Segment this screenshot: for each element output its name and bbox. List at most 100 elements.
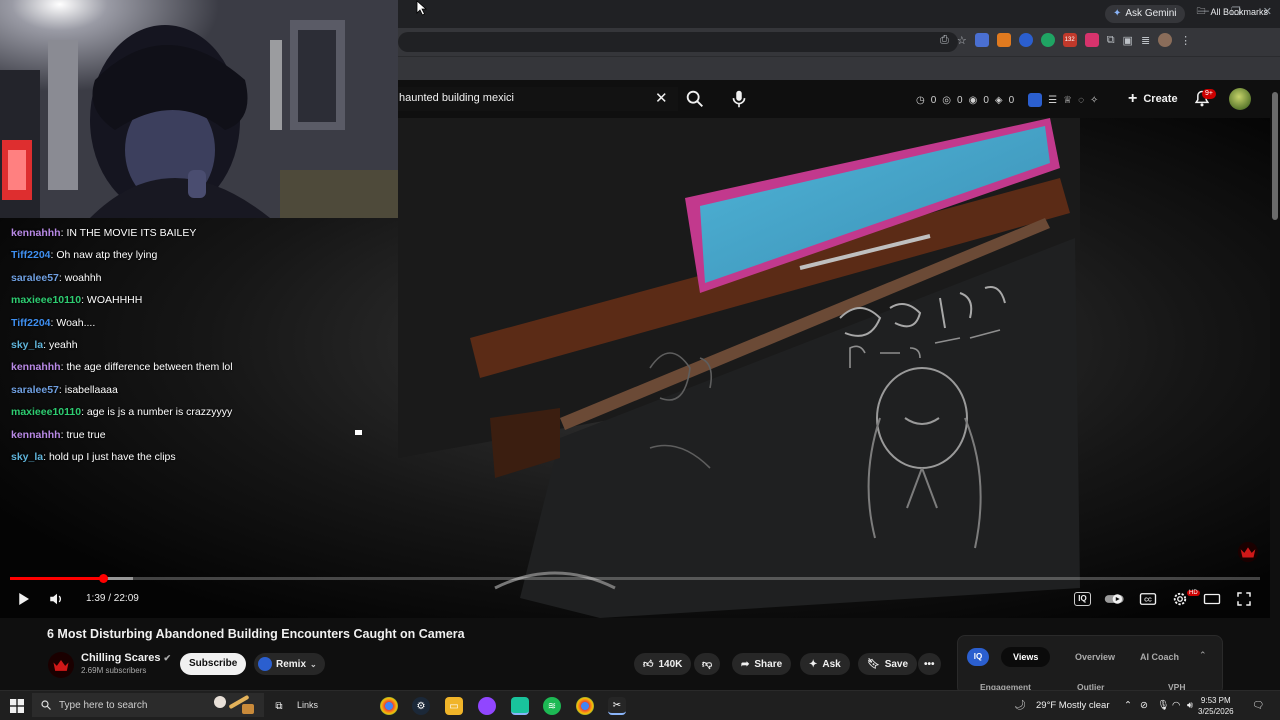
tab-views[interactable]: Views: [1001, 647, 1051, 667]
chat-username[interactable]: Tiff2204: [11, 249, 51, 261]
channel-name[interactable]: Chilling Scares ✔: [81, 652, 171, 664]
extension-badge-icon[interactable]: 132: [1062, 33, 1077, 47]
play-icon[interactable]: [14, 590, 32, 608]
like-button[interactable]: 👍︎ 140K: [634, 653, 692, 675]
weather-text[interactable]: 29°F Mostly clear: [1036, 700, 1110, 711]
windows-start-icon[interactable]: [10, 699, 24, 713]
extension-icon[interactable]: [974, 33, 989, 47]
create-button[interactable]: + Create: [1120, 88, 1186, 110]
chatgpt-app-icon[interactable]: [511, 697, 529, 715]
search-highlight-image: [214, 695, 254, 714]
plus-icon: +: [1128, 90, 1138, 107]
sparkle-icon[interactable]: ✧: [1090, 95, 1098, 106]
fullscreen-icon[interactable]: [1235, 590, 1253, 608]
mouse-cursor-icon: [416, 0, 428, 16]
system-clock[interactable]: 9:53 PM 3/25/2026: [1198, 695, 1234, 717]
media-control-icon[interactable]: ≣: [1141, 34, 1150, 47]
channel-watermark-icon[interactable]: [1237, 541, 1259, 563]
extensions-puzzle-icon[interactable]: ⧉: [1107, 34, 1115, 47]
address-bar[interactable]: [398, 32, 958, 52]
spotify-app-icon[interactable]: ≋: [543, 697, 561, 715]
search-query[interactable]: haunted building mexici: [399, 92, 514, 104]
chat-username[interactable]: maxieee10110: [11, 406, 81, 418]
chevron-down-icon: ⌄: [310, 659, 317, 669]
search-icon[interactable]: [684, 88, 706, 110]
extension-icon[interactable]: [1018, 33, 1033, 47]
list-icon[interactable]: ☰: [1048, 95, 1057, 106]
speaker-icon[interactable]: 🔊︎: [1187, 700, 1193, 711]
chat-message-text: the age difference between them lol: [66, 361, 233, 374]
taskbar-search-placeholder: Type here to search: [59, 700, 148, 711]
trophy-icon[interactable]: ♕: [1063, 95, 1072, 106]
chat-username[interactable]: sky_la: [11, 339, 43, 351]
stat-value: 0: [983, 94, 989, 106]
tab-overview[interactable]: Overview: [1063, 647, 1127, 667]
autoplay-toggle-icon[interactable]: [1104, 590, 1126, 608]
chat-message-text: woahhh: [64, 271, 102, 284]
chat-username[interactable]: kennahhh: [11, 227, 61, 239]
chat-username[interactable]: saralee57: [11, 384, 59, 396]
chat-message-text: WOAHHHH: [86, 294, 143, 307]
network-off-icon[interactable]: ⊘: [1140, 700, 1148, 711]
more-actions-button[interactable]: •••: [918, 653, 941, 675]
install-app-icon[interactable]: ⎙: [940, 34, 949, 47]
volume-icon[interactable]: [48, 590, 66, 608]
page-scrollbar-thumb[interactable]: [1272, 92, 1278, 220]
steam-app-icon[interactable]: ⚙: [412, 697, 430, 715]
save-button[interactable]: 🔖︎ Save: [858, 653, 918, 675]
notification-center-icon[interactable]: 🗨︎: [1252, 700, 1264, 711]
time-display: 1:39 / 22:09: [86, 593, 139, 604]
share-button[interactable]: ➦ Share: [732, 653, 792, 675]
profile-avatar-icon[interactable]: [1158, 33, 1173, 47]
chat-username[interactable]: Tiff2204: [11, 317, 51, 329]
twitch-app-icon[interactable]: [478, 697, 496, 715]
remix-button[interactable]: Remix ⌄: [254, 653, 325, 675]
chat-username[interactable]: kennahhh: [11, 429, 61, 441]
extension-icon[interactable]: [1040, 33, 1055, 47]
microphone-icon[interactable]: [728, 88, 750, 110]
file-explorer-icon[interactable]: ▭: [445, 697, 463, 715]
extension-icon[interactable]: [996, 33, 1011, 47]
video-progress-bar[interactable]: [10, 574, 1260, 583]
chrome-app-icon[interactable]: [380, 697, 398, 715]
search-icon: [41, 700, 51, 710]
extension-icon[interactable]: [1084, 33, 1099, 47]
iq-player-icon[interactable]: IQ: [1074, 592, 1091, 606]
tab-ai-coach[interactable]: AI Coach: [1128, 647, 1191, 667]
chat-username[interactable]: kennahhh: [11, 361, 61, 373]
chat-message: Tiff2204: Woah....: [11, 312, 391, 334]
side-panel-icon[interactable]: ▣: [1123, 34, 1133, 47]
captions-icon[interactable]: CC: [1139, 590, 1157, 608]
tray-expand-chevron-icon[interactable]: ⌃: [1124, 700, 1132, 711]
iq-remix-icon: [258, 657, 272, 671]
capcut-app-icon[interactable]: ✂: [608, 697, 626, 715]
dislike-button[interactable]: 👎︎: [694, 653, 721, 675]
ask-gemini-button[interactable]: ✦ Ask Gemini: [1105, 5, 1185, 23]
all-bookmarks-button[interactable]: 🗀 All Bookmarks: [1196, 4, 1268, 20]
microphone-icon[interactable]: 🎙︎: [1157, 700, 1169, 711]
links-toolbar[interactable]: Links: [297, 700, 318, 710]
theater-mode-icon[interactable]: [1203, 590, 1221, 608]
weather-icon: 🌙︎: [1014, 700, 1027, 711]
collapse-chevron-icon[interactable]: ⌃: [1199, 650, 1207, 661]
task-view-icon[interactable]: ⧉: [270, 697, 288, 715]
chat-message-text: Oh naw atp they lying: [56, 249, 158, 262]
ask-button[interactable]: ✦ Ask: [800, 653, 850, 675]
channel-avatar[interactable]: [48, 652, 74, 678]
chat-username[interactable]: maxieee10110: [11, 294, 81, 306]
wifi-icon[interactable]: ◠: [1172, 700, 1180, 711]
chat-bubble-icon[interactable]: ◌: [1078, 95, 1084, 106]
subscribe-button[interactable]: Subscribe: [180, 653, 247, 675]
bookmark-icon: 🔖︎: [867, 658, 880, 670]
iq-extension-icon[interactable]: [1028, 93, 1043, 107]
thumbs-down-icon: 👎︎: [702, 659, 713, 670]
browser-menu-icon[interactable]: ⋮: [1180, 34, 1191, 47]
chat-username[interactable]: saralee57: [11, 272, 59, 284]
account-avatar[interactable]: [1229, 88, 1251, 110]
clear-search-icon[interactable]: ✕: [655, 89, 668, 107]
chat-username[interactable]: sky_la: [11, 451, 43, 463]
more-horizontal-icon: •••: [924, 658, 935, 670]
bookmark-star-icon[interactable]: ☆: [957, 34, 967, 47]
chat-message: saralee57: woahhh: [11, 267, 391, 289]
chrome-profile-app-icon[interactable]: [576, 697, 594, 715]
